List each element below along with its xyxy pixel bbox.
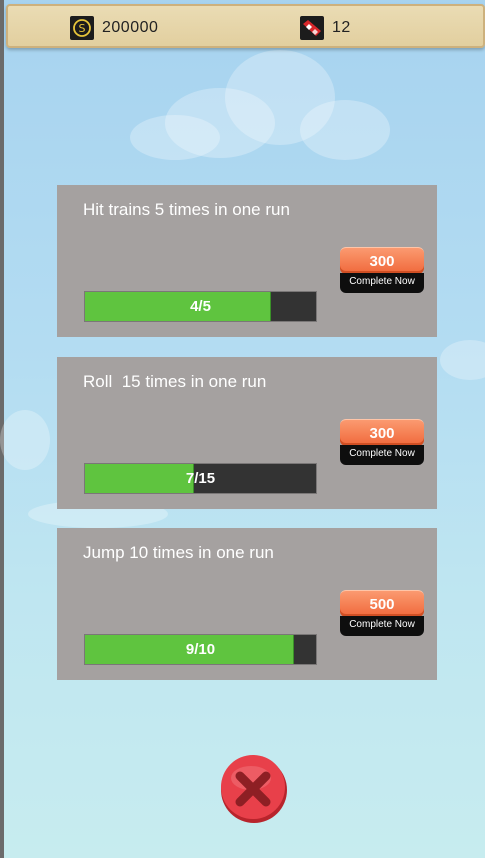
resource-bar: S 200000 12 — [6, 4, 485, 48]
ticket-count: 12 — [332, 19, 351, 36]
mission-progress-bar: 9/10 — [84, 634, 317, 665]
mission-title: Hit trains 5 times in one run — [83, 200, 290, 219]
coin-icon: S — [70, 16, 94, 40]
reward-button[interactable]: 500 — [340, 590, 424, 617]
mission-progress-bar: 7/15 — [84, 463, 317, 494]
progress-text: 4/5 — [190, 298, 211, 315]
mission-title: Jump 10 times in one run — [83, 543, 274, 562]
svg-text:S: S — [79, 22, 86, 35]
mission-card: Hit trains 5 times in one run 4/5 300 Co… — [57, 185, 437, 337]
complete-now-button[interactable]: Complete Now — [340, 445, 424, 465]
complete-now-button[interactable]: Complete Now — [340, 273, 424, 293]
coin-count: 200000 — [102, 19, 159, 36]
mission-progress-bar: 4/5 — [84, 291, 317, 322]
mission-card: Roll 15 times in one run 7/15 300 Comple… — [57, 357, 437, 509]
complete-now-button[interactable]: Complete Now — [340, 616, 424, 636]
reward-button[interactable]: 300 — [340, 247, 424, 274]
reward-button[interactable]: 300 — [340, 419, 424, 446]
mission-title: Roll 15 times in one run — [83, 372, 267, 391]
close-x-icon — [221, 755, 287, 823]
close-button[interactable] — [218, 752, 288, 824]
progress-text: 7/15 — [185, 470, 216, 487]
mission-card: Jump 10 times in one run 9/10 500 Comple… — [57, 528, 437, 680]
ticket-icon — [300, 16, 324, 40]
progress-text: 9/10 — [185, 641, 216, 658]
